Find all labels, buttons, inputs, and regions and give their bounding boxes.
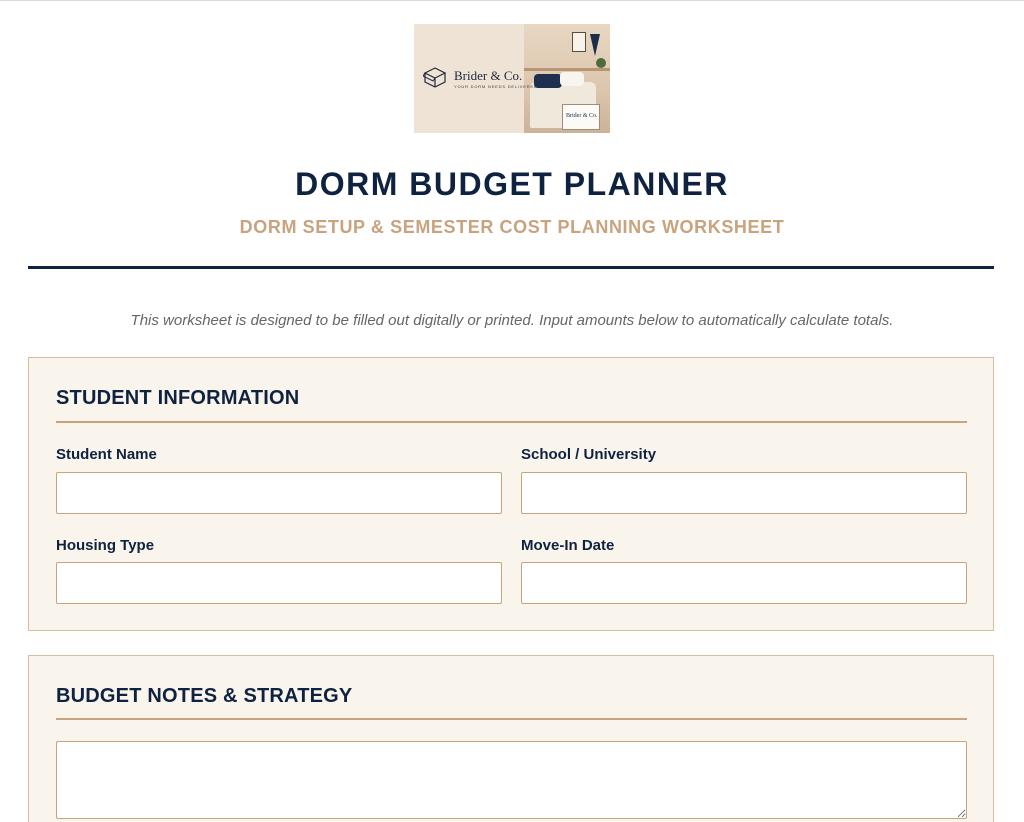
section-heading: BUDGET NOTES & STRATEGY	[56, 685, 353, 707]
brand-tagline: YOUR DORM NEEDS DELIVERED	[454, 84, 538, 89]
page-title: DORM BUDGET PLANNER	[295, 166, 729, 202]
student-information-section: STUDENT INFORMATION Student Name School …	[28, 357, 994, 631]
move-in-date-label: Move-In Date	[521, 537, 615, 554]
shelf	[524, 68, 610, 71]
housing-type-input[interactable]	[56, 562, 502, 604]
student-name-input[interactable]	[56, 472, 502, 514]
wall-frame	[572, 32, 586, 52]
student-name-label: Student Name	[56, 446, 157, 463]
pillow	[560, 72, 584, 86]
page-subtitle: DORM SETUP & SEMESTER COST PLANNING WORK…	[239, 217, 785, 237]
plant	[596, 58, 606, 68]
school-label: School / University	[521, 446, 657, 463]
section-divider	[56, 421, 967, 423]
section-heading: STUDENT INFORMATION	[56, 387, 300, 409]
housing-type-label: Housing Type	[56, 537, 155, 554]
box-logo-icon	[423, 67, 447, 88]
move-in-date-input[interactable]	[521, 562, 967, 604]
section-divider	[56, 718, 967, 720]
intro-text: This worksheet is designed to be filled …	[130, 312, 894, 329]
top-border	[0, 0, 1024, 1]
pillow	[534, 74, 562, 88]
budget-notes-textarea[interactable]	[56, 741, 967, 819]
budget-notes-section: BUDGET NOTES & STRATEGY	[28, 655, 994, 822]
brand-logo-banner: Brider & Co. Brider & Co. YOUR DORM NEED…	[414, 24, 610, 133]
brand-name: Brider & Co.	[454, 68, 523, 83]
header-divider	[28, 266, 994, 269]
pennant-flag	[590, 34, 600, 56]
school-input[interactable]	[521, 472, 967, 514]
box-label: Brider & Co.	[566, 113, 598, 119]
